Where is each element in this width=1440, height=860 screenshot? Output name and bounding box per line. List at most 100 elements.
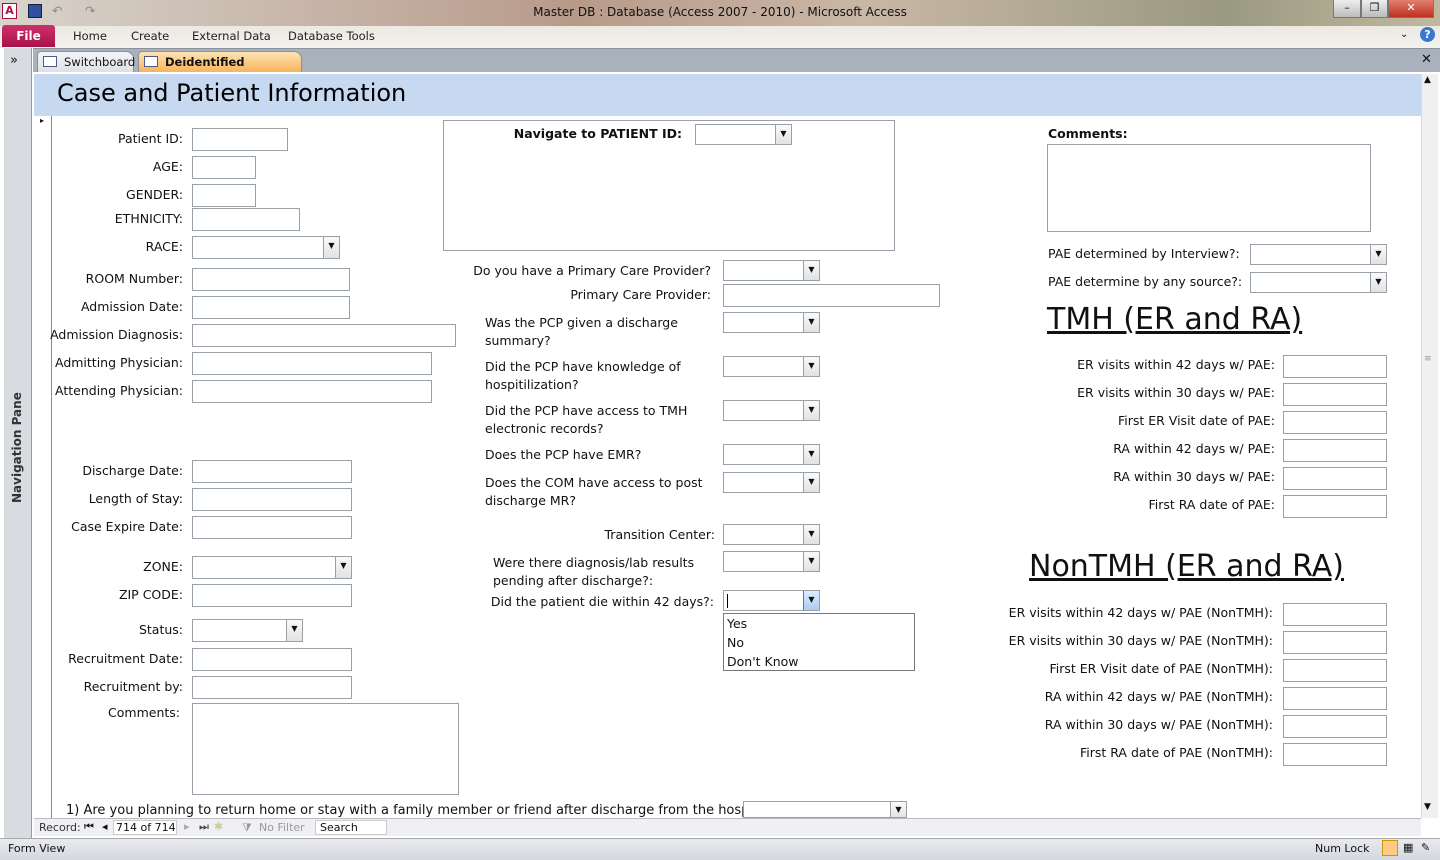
field-attending-physician[interactable] bbox=[192, 380, 432, 403]
dropdown-list[interactable]: Yes No Don't Know bbox=[723, 613, 915, 671]
field-ethnicity[interactable] bbox=[192, 208, 300, 231]
primary-care-provider-field[interactable] bbox=[723, 284, 940, 307]
question-combo-6[interactable]: ▼ bbox=[723, 472, 820, 493]
file-tab[interactable]: File bbox=[2, 25, 55, 47]
vertical-scrollbar[interactable]: ▲ ≡ ▼ bbox=[1421, 74, 1438, 818]
scroll-down-icon[interactable]: ▼ bbox=[1424, 802, 1431, 812]
question-combo-5[interactable]: ▼ bbox=[723, 444, 820, 465]
chevron-down-icon[interactable]: ▼ bbox=[803, 401, 819, 420]
field-admitting-physician[interactable] bbox=[192, 352, 432, 375]
ribbon-tab-create[interactable]: Create bbox=[131, 29, 169, 43]
question-combo-4[interactable]: ▼ bbox=[723, 400, 820, 421]
nontmh-field-5[interactable] bbox=[1283, 743, 1387, 766]
chevron-down-icon[interactable]: ▼ bbox=[803, 525, 819, 544]
field-case-expire-date[interactable] bbox=[192, 516, 352, 539]
nontmh-field-2[interactable] bbox=[1283, 659, 1387, 682]
datasheet-view-icon[interactable]: ▦ bbox=[1403, 841, 1413, 854]
chevron-down-icon[interactable]: ▼ bbox=[775, 125, 791, 144]
chevron-down-icon[interactable]: ▼ bbox=[286, 620, 302, 641]
tmh-field-5[interactable] bbox=[1283, 495, 1387, 518]
question-combo-3[interactable]: ▼ bbox=[723, 356, 820, 377]
option-dont-know[interactable]: Don't Know bbox=[727, 654, 799, 669]
nav-pane-toggle[interactable]: » bbox=[10, 53, 18, 68]
nontmh-field-1[interactable] bbox=[1283, 631, 1387, 654]
tmh-field-1[interactable] bbox=[1283, 383, 1387, 406]
restore-button[interactable]: ❐ bbox=[1361, 0, 1388, 18]
chevron-down-icon[interactable]: ▼ bbox=[323, 237, 339, 258]
pae-combo-1[interactable]: ▼ bbox=[1250, 272, 1387, 293]
option-yes[interactable]: Yes bbox=[727, 616, 747, 631]
pae-combo-0[interactable]: ▼ bbox=[1250, 244, 1387, 265]
field-age[interactable] bbox=[192, 156, 256, 179]
tab-deidentified-participants[interactable]: Deidentified Participants bbox=[138, 51, 302, 89]
chevron-down-icon[interactable]: ▼ bbox=[803, 591, 819, 610]
help-icon[interactable]: ? bbox=[1420, 27, 1435, 42]
field-length-of-stay[interactable] bbox=[192, 488, 352, 511]
field-patient-id[interactable] bbox=[192, 128, 288, 151]
ribbon-tab-external-data[interactable]: External Data bbox=[192, 29, 271, 43]
field-recruitment-date[interactable] bbox=[192, 648, 352, 671]
question-combo-8[interactable]: ▼ bbox=[723, 551, 820, 572]
first-record-icon[interactable]: ⏮ bbox=[84, 820, 94, 834]
nontmh-field-3[interactable] bbox=[1283, 687, 1387, 710]
new-record-icon[interactable]: ✱ bbox=[214, 820, 223, 833]
chevron-down-icon[interactable]: ▼ bbox=[335, 557, 351, 578]
design-view-icon[interactable]: ✎ bbox=[1421, 841, 1430, 854]
chevron-down-icon[interactable]: ▼ bbox=[803, 445, 819, 464]
chevron-down-icon[interactable]: ▼ bbox=[803, 473, 819, 492]
current-record-field[interactable]: 714 of 714 bbox=[113, 820, 177, 835]
field-race[interactable]: ▼ bbox=[192, 236, 340, 259]
previous-record-icon[interactable]: ◂ bbox=[102, 820, 108, 833]
field-zip-code[interactable] bbox=[192, 584, 352, 607]
chevron-down-icon[interactable]: ▼ bbox=[803, 261, 819, 280]
field-comments[interactable] bbox=[192, 703, 459, 795]
field-status[interactable]: ▼ bbox=[192, 619, 303, 642]
ribbon-tab-home[interactable]: Home bbox=[73, 29, 107, 43]
chevron-down-icon[interactable]: ▼ bbox=[803, 552, 819, 571]
option-no[interactable]: No bbox=[727, 635, 744, 650]
ribbon-collapse-icon[interactable]: ⌄ bbox=[1400, 29, 1408, 40]
search-input[interactable]: Search bbox=[315, 820, 387, 835]
question-combo-2[interactable]: ▼ bbox=[723, 312, 820, 333]
scroll-up-icon[interactable]: ▲ bbox=[1424, 75, 1431, 85]
field-recruitment-by[interactable] bbox=[192, 676, 352, 699]
field-room-number[interactable] bbox=[192, 268, 350, 291]
question-combo-0[interactable]: ▼ bbox=[723, 260, 820, 281]
chevron-down-icon[interactable]: ▼ bbox=[803, 313, 819, 332]
last-record-icon[interactable]: ⏭ bbox=[199, 820, 209, 834]
next-record-icon[interactable]: ▸ bbox=[184, 820, 190, 833]
chevron-down-icon[interactable]: ▼ bbox=[890, 802, 906, 817]
nontmh-field-4[interactable] bbox=[1283, 715, 1387, 738]
no-filter-button[interactable]: No Filter bbox=[259, 821, 305, 834]
status-bar: Form View Num Lock ▦ ✎ bbox=[0, 838, 1440, 860]
question-combo-7[interactable]: ▼ bbox=[723, 524, 820, 545]
tmh-field-0[interactable] bbox=[1283, 355, 1387, 378]
minimize-button[interactable]: – bbox=[1333, 0, 1361, 18]
tmh-field-3[interactable] bbox=[1283, 439, 1387, 462]
chevron-down-icon[interactable]: ▼ bbox=[1370, 245, 1386, 264]
chevron-down-icon[interactable]: ▼ bbox=[1370, 273, 1386, 292]
scroll-thumb-grip-icon[interactable]: ≡ bbox=[1424, 354, 1432, 364]
field-admission-diagnosis[interactable] bbox=[192, 324, 456, 347]
navigation-pane[interactable]: » Navigation Pane bbox=[4, 48, 32, 838]
question-combo-9[interactable]: ▼ bbox=[723, 590, 820, 611]
nav-pane-label[interactable]: Navigation Pane bbox=[10, 392, 24, 503]
filter-icon[interactable]: ⧩ bbox=[242, 821, 252, 835]
tmh-field-4[interactable] bbox=[1283, 467, 1387, 490]
close-document-icon[interactable]: ✕ bbox=[1421, 52, 1432, 67]
right-comments-field[interactable] bbox=[1047, 144, 1371, 232]
tmh-field-2[interactable] bbox=[1283, 411, 1387, 434]
field-admission-date[interactable] bbox=[192, 296, 350, 319]
ribbon-tab-database-tools[interactable]: Database Tools bbox=[288, 29, 375, 43]
nontmh-field-0[interactable] bbox=[1283, 603, 1387, 626]
question-1-combo[interactable]: ▼ bbox=[743, 801, 907, 818]
navigate-patient-combo[interactable]: ▼ bbox=[695, 124, 792, 145]
form-view-icon[interactable] bbox=[1382, 840, 1398, 856]
close-window-button[interactable]: ✕ bbox=[1388, 0, 1434, 18]
field-zone[interactable]: ▼ bbox=[192, 556, 352, 579]
tab-switchboard[interactable]: Switchboard bbox=[37, 51, 135, 72]
record-label: Record: bbox=[39, 821, 81, 834]
field-gender[interactable] bbox=[192, 184, 256, 207]
chevron-down-icon[interactable]: ▼ bbox=[803, 357, 819, 376]
field-discharge-date[interactable] bbox=[192, 460, 352, 483]
